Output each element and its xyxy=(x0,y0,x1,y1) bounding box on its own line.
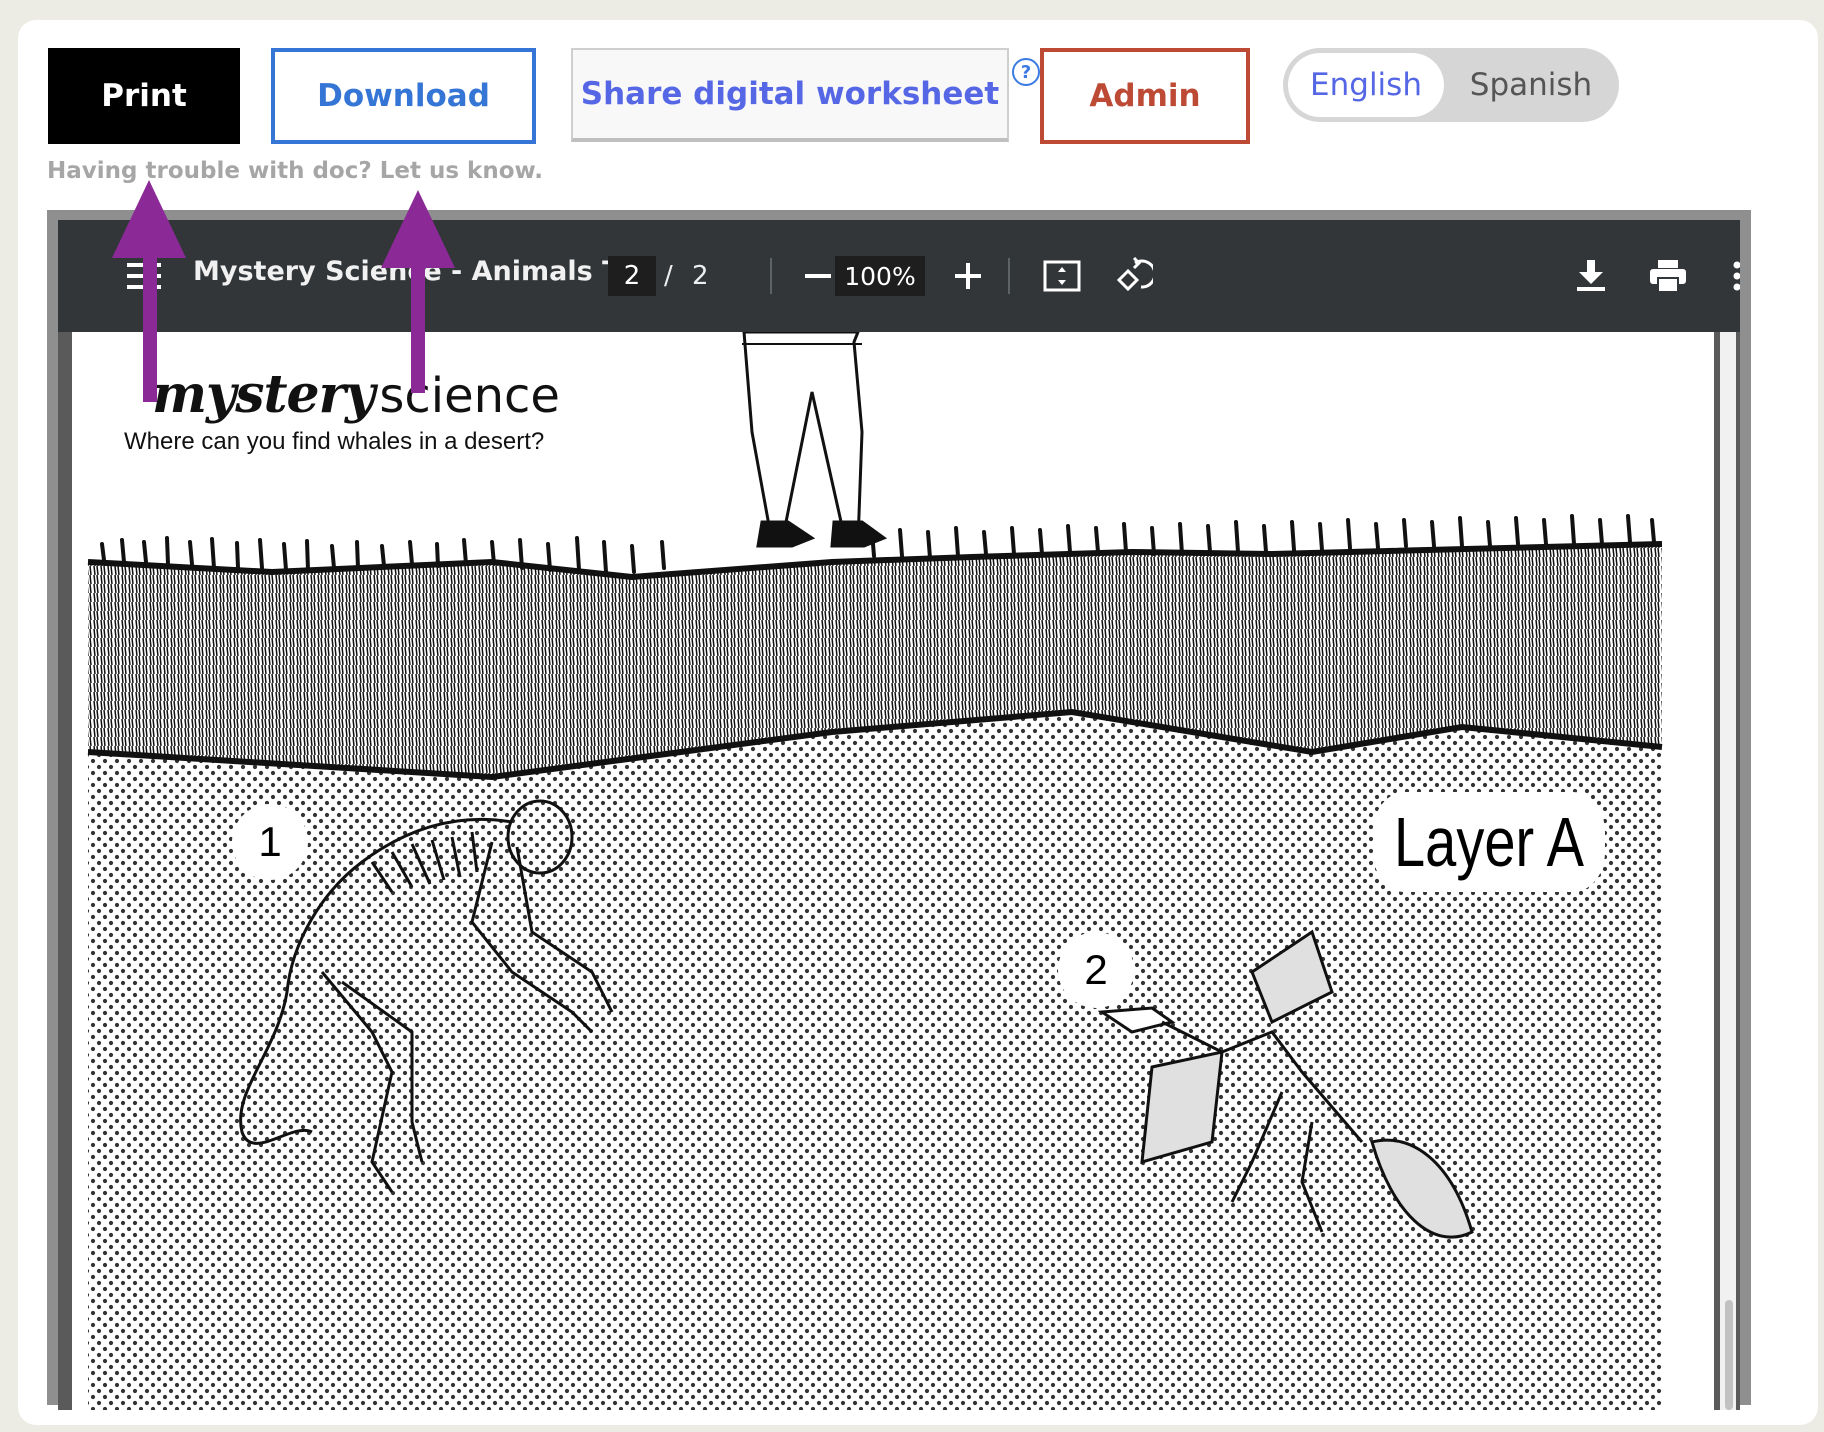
language-toggle: English Spanish xyxy=(1283,48,1619,122)
more-options-icon[interactable] xyxy=(1722,252,1740,300)
language-option-english[interactable]: English xyxy=(1288,53,1444,117)
total-pages: 2 xyxy=(692,261,709,291)
fit-page-icon[interactable] xyxy=(1038,252,1086,300)
toolbar-divider xyxy=(770,258,772,294)
pdf-scroll-thumb[interactable] xyxy=(1725,1300,1733,1410)
download-icon[interactable] xyxy=(1567,252,1615,300)
logo-mystery-text: mystery xyxy=(152,364,375,425)
admin-button[interactable]: Admin xyxy=(1040,48,1250,144)
marker-2: 2 xyxy=(1058,932,1134,1008)
language-option-spanish[interactable]: Spanish xyxy=(1451,53,1611,117)
print-button[interactable]: Print xyxy=(48,48,240,144)
document-title: Mystery Science - Animals T... xyxy=(193,256,648,287)
pdf-page: mystery science Where can you find whale… xyxy=(72,332,1714,1410)
zoom-level-input[interactable]: 100% xyxy=(835,256,925,296)
person-legs xyxy=(742,332,888,548)
pdf-toolbar: Mystery Science - Animals T... 2 / 2 100… xyxy=(58,220,1740,332)
help-icon[interactable]: ? xyxy=(1012,58,1040,86)
menu-icon[interactable] xyxy=(120,252,168,300)
marker-1: 1 xyxy=(232,804,308,880)
page-number-input[interactable]: 2 xyxy=(608,256,656,296)
share-digital-worksheet-button[interactable]: Share digital worksheet xyxy=(571,48,1009,142)
page-separator: / xyxy=(664,261,673,291)
report-trouble-link[interactable]: Having trouble with doc? Let us know. xyxy=(47,158,543,184)
zoom-in-icon[interactable] xyxy=(944,252,992,300)
logo-science-text: science xyxy=(379,368,560,424)
worksheet-question: Where can you find whales in a desert? xyxy=(124,428,545,455)
download-button[interactable]: Download xyxy=(271,48,536,144)
layer-label: Layer A xyxy=(1373,792,1605,892)
pdf-scrollbar[interactable] xyxy=(1720,332,1736,1410)
toolbar-divider xyxy=(1008,258,1010,294)
print-icon[interactable] xyxy=(1644,252,1692,300)
pdf-viewer: Mystery Science - Animals T... 2 / 2 100… xyxy=(58,220,1740,1410)
rotate-icon[interactable] xyxy=(1110,252,1158,300)
mystery-science-logo: mystery science xyxy=(152,364,560,425)
